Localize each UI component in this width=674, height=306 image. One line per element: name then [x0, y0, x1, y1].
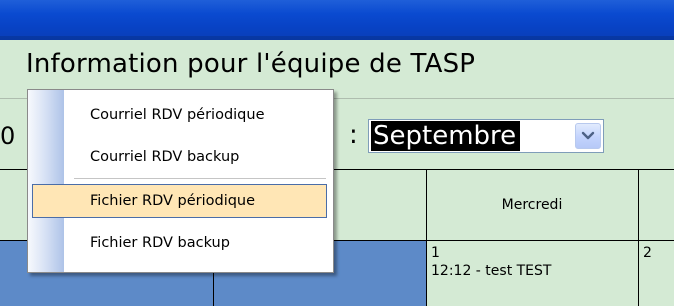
page-title: Information pour l'équipe de TASP [26, 49, 476, 79]
window-title-bar[interactable] [0, 0, 674, 41]
menu-icon-stripe [28, 90, 64, 272]
menu-item-courriel-rdv-backup[interactable]: Courriel RDV backup [90, 149, 239, 165]
grid-divider [426, 241, 427, 306]
month-select[interactable]: Septembre [368, 119, 604, 153]
month-dropdown-button[interactable] [575, 123, 601, 149]
day-number: 2 [643, 245, 652, 261]
month-select-value[interactable]: Septembre [371, 121, 521, 151]
month-label: : [349, 120, 358, 150]
day-header-wednesday: Mercredi [501, 197, 563, 213]
app-window: Information pour l'équipe de TASP 0 : Se… [0, 0, 674, 306]
context-menu: Courriel RDV périodique Courriel RDV bac… [27, 89, 334, 273]
menu-item-fichier-rdv-backup[interactable]: Fichier RDV backup [90, 235, 230, 251]
menu-item-courriel-rdv-periodique[interactable]: Courriel RDV périodique [90, 107, 265, 123]
chevron-down-icon [581, 131, 595, 140]
menu-separator [74, 178, 326, 179]
grid-divider [638, 241, 639, 306]
menu-item-fichier-rdv-periodique[interactable]: Fichier RDV périodique [90, 193, 255, 209]
filter-leading-fragment: 0 [0, 122, 16, 150]
calendar-event[interactable]: 12:12 - test TEST [431, 263, 551, 279]
day-number: 1 [431, 245, 440, 261]
